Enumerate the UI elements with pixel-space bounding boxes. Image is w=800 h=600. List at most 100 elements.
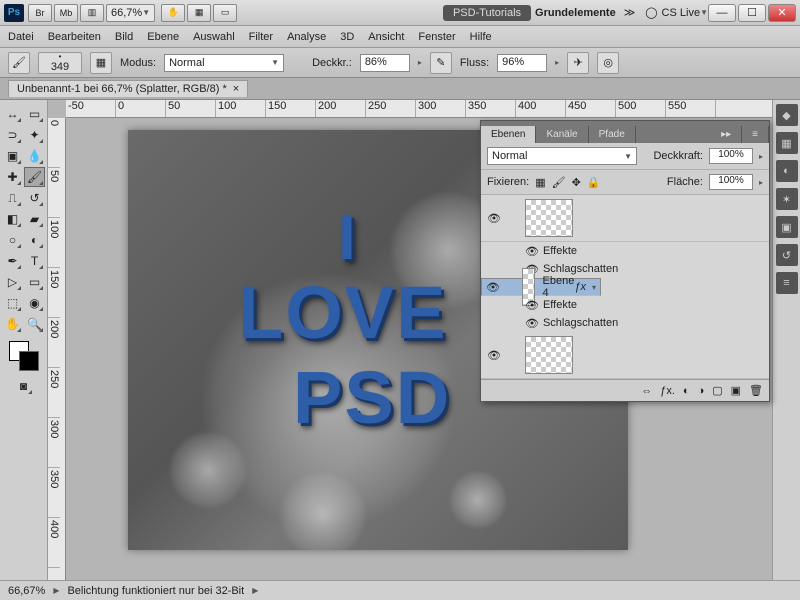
zoom-tool[interactable]: 🔍 xyxy=(24,314,45,334)
delete-layer-icon[interactable]: 🗑 xyxy=(749,384,763,397)
eye-icon[interactable]: 👁 xyxy=(525,299,539,312)
panel-collapse-icon[interactable]: ▸▸ xyxy=(711,126,742,143)
fx-label[interactable]: Effekte xyxy=(543,299,577,311)
blur-tool[interactable]: ○ xyxy=(2,230,23,250)
lock-position-icon[interactable]: ✥ xyxy=(572,176,581,189)
menu-3d[interactable]: 3D xyxy=(340,31,354,43)
lasso-tool[interactable]: ⊃ xyxy=(2,125,23,145)
cslive-label[interactable]: CS Live xyxy=(662,7,701,19)
screenmode-button[interactable]: ▭ xyxy=(213,4,237,22)
layer-thumbnail[interactable] xyxy=(525,199,573,237)
viewextras-button[interactable]: ▥ xyxy=(80,4,104,22)
fx-dropshadow[interactable]: Schlagschatten xyxy=(543,317,618,329)
layer-blend-select[interactable]: Normal▼ xyxy=(487,147,637,165)
lock-pixels-icon[interactable]: ▦ xyxy=(535,176,545,189)
cslive-icon[interactable]: ◯ xyxy=(645,6,657,19)
visibility-icon[interactable]: 👁 xyxy=(486,278,500,296)
lock-brush-icon[interactable]: 🖌 xyxy=(552,176,566,189)
layer-row[interactable]: 👁 Ebene 4 ƒx▾ xyxy=(481,278,601,296)
brush-tool[interactable]: 🖌 xyxy=(24,167,45,187)
menu-analyse[interactable]: Analyse xyxy=(287,31,326,43)
history-brush-tool[interactable]: ↺ xyxy=(24,188,45,208)
layer-row[interactable]: 👁 xyxy=(481,195,769,242)
more-chevron-icon[interactable]: ≫ xyxy=(624,6,636,19)
fx-dropshadow[interactable]: Schlagschatten xyxy=(543,263,618,275)
shape-tool[interactable]: ▭ xyxy=(24,272,45,292)
fill-input[interactable]: 100% xyxy=(709,174,753,190)
zoom-dropdown[interactable]: 66,7%▼ xyxy=(106,4,155,22)
tab-ebenen[interactable]: Ebenen xyxy=(481,126,536,143)
layer-row[interactable]: 👁 xyxy=(481,332,769,379)
gradient-tool[interactable]: ▰ xyxy=(24,209,45,229)
tab-pfade[interactable]: Pfade xyxy=(589,126,636,143)
masks-panel-icon[interactable]: ▣ xyxy=(776,216,798,238)
close-button[interactable]: ✕ xyxy=(768,4,796,22)
history-panel-icon[interactable]: ↺ xyxy=(776,244,798,266)
new-layer-icon[interactable]: ▣ xyxy=(731,384,741,397)
eye-icon[interactable]: 👁 xyxy=(525,317,539,330)
minimize-button[interactable]: — xyxy=(708,4,736,22)
menu-datei[interactable]: Datei xyxy=(8,31,34,43)
ruler-vertical[interactable]: 050100150200250300350400 xyxy=(48,118,66,580)
ruler-horizontal[interactable]: -50050100150200250300350400450500550 xyxy=(66,100,772,118)
wand-tool[interactable]: ✦ xyxy=(24,125,45,145)
styles-panel-icon[interactable]: ✶ xyxy=(776,188,798,210)
type-tool[interactable]: T xyxy=(24,251,45,271)
bridge-button[interactable]: Br xyxy=(28,4,52,22)
workspace-pill[interactable]: PSD-Tutorials xyxy=(443,5,531,21)
menu-ebene[interactable]: Ebene xyxy=(147,31,179,43)
move-tool[interactable]: ↔ xyxy=(2,104,23,124)
brush-panel-toggle[interactable]: ▦ xyxy=(90,52,112,74)
play-icon[interactable]: ▶ xyxy=(53,586,59,595)
pen-tool[interactable]: ✒ xyxy=(2,251,23,271)
fx-menu-icon[interactable]: ƒx. xyxy=(660,385,675,397)
hand-button[interactable]: ✋ xyxy=(161,4,185,22)
swatches-panel-icon[interactable]: ▦ xyxy=(776,132,798,154)
layer-thumbnail[interactable] xyxy=(525,336,573,374)
eraser-tool[interactable]: ◧ xyxy=(2,209,23,229)
fx-label[interactable]: Effekte xyxy=(543,245,577,257)
menu-filter[interactable]: Filter xyxy=(249,31,273,43)
visibility-icon[interactable]: 👁 xyxy=(485,346,503,364)
status-menu-icon[interactable]: ▶ xyxy=(252,586,258,595)
menu-hilfe[interactable]: Hilfe xyxy=(470,31,492,43)
menu-ansicht[interactable]: Ansicht xyxy=(368,31,404,43)
tab-kanaele[interactable]: Kanäle xyxy=(536,126,588,143)
layer-list[interactable]: 👁 👁 Effekte 👁 Schlagschatten 👁 Ebene 4 ƒx▾… xyxy=(481,195,769,379)
path-select-tool[interactable]: ▷ xyxy=(2,272,23,292)
group-icon[interactable]: ▢ xyxy=(712,384,722,397)
fx-badge[interactable]: ƒx xyxy=(574,281,586,293)
3d-tool[interactable]: ⬚ xyxy=(2,293,23,313)
menu-bearbeiten[interactable]: Bearbeiten xyxy=(48,31,101,43)
minibridge-button[interactable]: Mb xyxy=(54,4,78,22)
airbrush-icon[interactable]: ✈ xyxy=(567,52,589,74)
brush-preset[interactable]: •349 xyxy=(38,52,82,74)
blend-mode-select[interactable]: Normal▼ xyxy=(164,54,284,72)
layer-opacity-input[interactable]: 100% xyxy=(709,148,753,164)
menu-auswahl[interactable]: Auswahl xyxy=(193,31,235,43)
opacity-input[interactable]: 86% xyxy=(360,54,410,72)
document-tab[interactable]: Unbenannt-1 bei 66,7% (Splatter, RGB/8) … xyxy=(8,80,248,97)
menu-fenster[interactable]: Fenster xyxy=(418,31,455,43)
pressure-opacity-icon[interactable]: ✎ xyxy=(430,52,452,74)
stamp-tool[interactable]: ⎍ xyxy=(2,188,23,208)
link-layers-icon[interactable]: ⇔ xyxy=(641,385,652,397)
adjustments-panel-icon[interactable]: ◐ xyxy=(776,160,798,182)
layer-name[interactable]: Ebene 4 xyxy=(543,275,575,299)
heal-tool[interactable]: ✚ xyxy=(2,167,23,187)
panel-menu-icon[interactable]: ≡ xyxy=(742,126,769,143)
flow-input[interactable]: 96% xyxy=(497,54,547,72)
marquee-tool[interactable]: ▭ xyxy=(24,104,45,124)
status-zoom[interactable]: 66,67% xyxy=(8,585,45,597)
maximize-button[interactable]: ☐ xyxy=(738,4,766,22)
crop-tool[interactable]: ▣ xyxy=(2,146,23,166)
quickmask-tool[interactable]: ◙ xyxy=(13,376,34,396)
color-swatches[interactable] xyxy=(9,341,39,371)
visibility-icon[interactable]: 👁 xyxy=(485,209,503,227)
doc-name[interactable]: Grundelemente xyxy=(535,7,616,19)
arrange-button[interactable]: ▦ xyxy=(187,4,211,22)
layers-panel-icon[interactable]: ≡ xyxy=(776,272,798,294)
hand-tool[interactable]: ✋ xyxy=(2,314,23,334)
lock-all-icon[interactable]: 🔒 xyxy=(587,176,601,189)
pressure-size-icon[interactable]: ◎ xyxy=(597,52,619,74)
